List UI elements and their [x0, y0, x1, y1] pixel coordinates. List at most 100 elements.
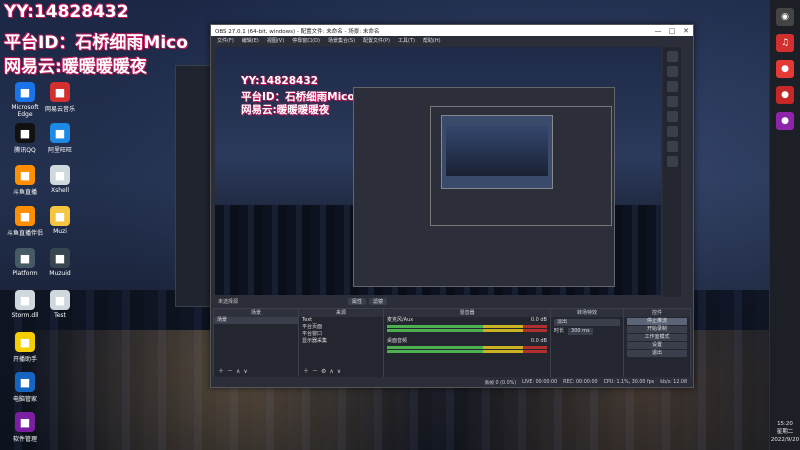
mic-volume-slider[interactable] — [387, 329, 547, 332]
app-icon: ■ — [15, 290, 35, 310]
transition-duration: 时长 300 ms — [551, 328, 623, 335]
channel-level: 0.0 dB — [530, 338, 547, 344]
tray-date: 2022/9/20 — [770, 437, 800, 443]
desktop-icon-label: Muzi — [53, 228, 67, 235]
toolbar-button[interactable] — [666, 111, 678, 122]
desktop-icon[interactable]: ■ Xshell — [38, 165, 82, 194]
toolbar-button[interactable] — [666, 141, 678, 152]
app-icon: ■ — [50, 290, 70, 310]
preview-overlay-yy: YY:14828432 — [241, 75, 318, 87]
exit-button[interactable]: 退出 — [627, 350, 687, 357]
duration-input[interactable]: 300 ms — [568, 328, 593, 335]
menu-profile[interactable]: 配置文件(P) — [363, 37, 390, 44]
overlay-yy-id: YY:14828432 — [4, 2, 129, 22]
desktop-icon[interactable]: ■ 网易云音乐 — [38, 82, 82, 113]
app-icon[interactable]: ● — [776, 60, 794, 78]
toolbar-button[interactable] — [666, 96, 678, 107]
desktop-volume-slider[interactable] — [387, 350, 547, 353]
menu-file[interactable]: 文件(F) — [217, 37, 234, 44]
settings-button[interactable]: 设置 — [627, 342, 687, 349]
system-tray[interactable]: 15:20 星期二 2022/9/20 — [770, 420, 800, 444]
app-icon[interactable]: ● — [776, 112, 794, 130]
menu-help[interactable]: 帮助(H) — [423, 37, 441, 44]
source-item[interactable]: Text — [299, 317, 383, 324]
bitrate: kb/s: 12.08 — [660, 379, 687, 385]
app-icon: ■ — [50, 248, 70, 268]
desktop-icon[interactable]: ■ 阿里旺旺 — [38, 123, 82, 154]
live-time: LIVE: 00:00:00 — [522, 379, 558, 385]
toolbar-button[interactable] — [666, 126, 678, 137]
controls-dock: 控件 停止推流 开始录制 工作室模式 设置 退出 — [623, 308, 691, 378]
start-recording-button[interactable]: 开始录制 — [627, 326, 687, 333]
transitions-dock: 转场特效 淡出 时长 300 ms — [550, 308, 624, 378]
properties-button[interactable]: 属性 — [348, 298, 367, 305]
channel-level: 0.0 dB — [530, 317, 547, 323]
app-icon: ■ — [15, 332, 35, 352]
nested-preview — [446, 126, 548, 177]
app-icon[interactable]: ● — [776, 86, 794, 104]
maximize-button[interactable]: □ — [665, 27, 679, 35]
desktop-icon[interactable]: ■ 开播助手 — [3, 332, 47, 363]
no-source-label: 未选择源 — [218, 299, 239, 305]
obs-titlebar[interactable]: OBS 27.0.1 (64-bit, windows) - 配置文件: 未命名… — [211, 25, 693, 36]
menu-scene-collection[interactable]: 场景集合(S) — [328, 37, 355, 44]
stop-streaming-button[interactable]: 停止推流 — [627, 318, 687, 325]
nested-obs-3 — [441, 115, 553, 189]
scene-item[interactable]: 场景 — [214, 317, 298, 324]
studio-mode-button[interactable]: 工作室模式 — [627, 334, 687, 341]
nested-obs-1 — [353, 87, 615, 287]
desktop-icon[interactable]: ■ Muzuid — [38, 248, 82, 277]
obs-statusbar: 丢帧 0 (0.0%) LIVE: 00:00:00 REC: 00:00:00… — [211, 377, 693, 387]
toolbar-button[interactable] — [666, 51, 678, 62]
tray-time: 15:20 — [777, 421, 793, 427]
desktop-icon[interactable]: ■ 电脑管家 — [3, 372, 47, 403]
filters-button[interactable]: 滤镜 — [369, 298, 388, 305]
close-button[interactable]: ✕ — [679, 27, 693, 35]
obs-menubar: 文件(F) 编辑(E) 视图(V) 停靠窗口(D) 场景集合(S) 配置文件(P… — [211, 36, 693, 45]
source-item[interactable]: 平台页面 — [299, 324, 383, 331]
obs-preview[interactable]: YY:14828432 平台ID：石桥细雨Mico 网易云:暖暖暖暖夜 — [215, 47, 661, 295]
app-icon: ■ — [50, 82, 70, 102]
scenes-dock: 场景 场景 ＋－∧∨ — [213, 308, 299, 378]
app-icon: ■ — [15, 412, 35, 432]
channel-name: 麦克风/Aux — [387, 317, 414, 323]
scenes-controls[interactable]: ＋－∧∨ — [218, 366, 251, 375]
source-item[interactable]: 显示器采集 — [299, 338, 383, 345]
overlay-platform-id: 平台ID：石桥细雨Mico — [4, 33, 188, 53]
mic-meter — [387, 325, 547, 328]
cpu-fps: CPU: 1.1%, 30.00 fps — [603, 379, 655, 385]
desktop-icon-label: 电脑管家 — [12, 396, 37, 403]
menu-view[interactable]: 视图(V) — [267, 37, 284, 44]
nested-obs-2 — [430, 106, 612, 226]
taskbar: ◉ ♫ ● ● ● 15:20 星期二 2022/9/20 — [769, 0, 800, 450]
toolbar-button[interactable] — [666, 156, 678, 167]
desktop-icon[interactable]: ■ Muzi — [38, 206, 82, 235]
desktop-icon-label: Test — [54, 312, 66, 319]
desktop-icon-label: 开播助手 — [12, 356, 37, 363]
mixer-channel-desktop: 桌面音频 0.0 dB — [384, 338, 550, 345]
duration-label: 时长 — [554, 328, 565, 334]
menu-edit[interactable]: 编辑(E) — [242, 37, 259, 44]
desktop-icon-label: Muzuid — [49, 270, 71, 277]
transition-select[interactable]: 淡出 — [554, 319, 620, 326]
toolbar-button[interactable] — [666, 81, 678, 92]
menu-docks[interactable]: 停靠窗口(D) — [292, 37, 320, 44]
desktop-icon-label: 网易云音乐 — [44, 106, 75, 113]
app-icon: ■ — [15, 165, 35, 185]
desktop-icon[interactable]: ■ 软件管理 — [3, 412, 47, 443]
mixer-title: 混音器 — [384, 309, 550, 317]
netease-music-icon[interactable]: ♫ — [776, 34, 794, 52]
source-item[interactable]: 平台窗口 — [299, 331, 383, 338]
controls-title: 控件 — [624, 309, 690, 317]
source-toolbar: 未选择源 属性 滤镜 — [215, 297, 661, 306]
start-icon[interactable]: ◉ — [776, 8, 794, 26]
desktop-icon[interactable]: ■ Test — [38, 290, 82, 319]
menu-tools[interactable]: 工具(T) — [398, 37, 415, 44]
obs-window[interactable]: OBS 27.0.1 (64-bit, windows) - 配置文件: 未命名… — [210, 24, 694, 388]
app-icon: ■ — [15, 206, 35, 226]
minimize-button[interactable]: — — [651, 27, 665, 35]
toolbar-button[interactable] — [666, 66, 678, 77]
sources-controls[interactable]: ＋－⚙∧∨ — [303, 366, 344, 375]
sources-dock: 来源 Text 平台页面 平台窗口 显示器采集 ＋－⚙∧∨ — [298, 308, 384, 378]
mixer-channel-mic: 麦克风/Aux 0.0 dB — [384, 317, 550, 324]
